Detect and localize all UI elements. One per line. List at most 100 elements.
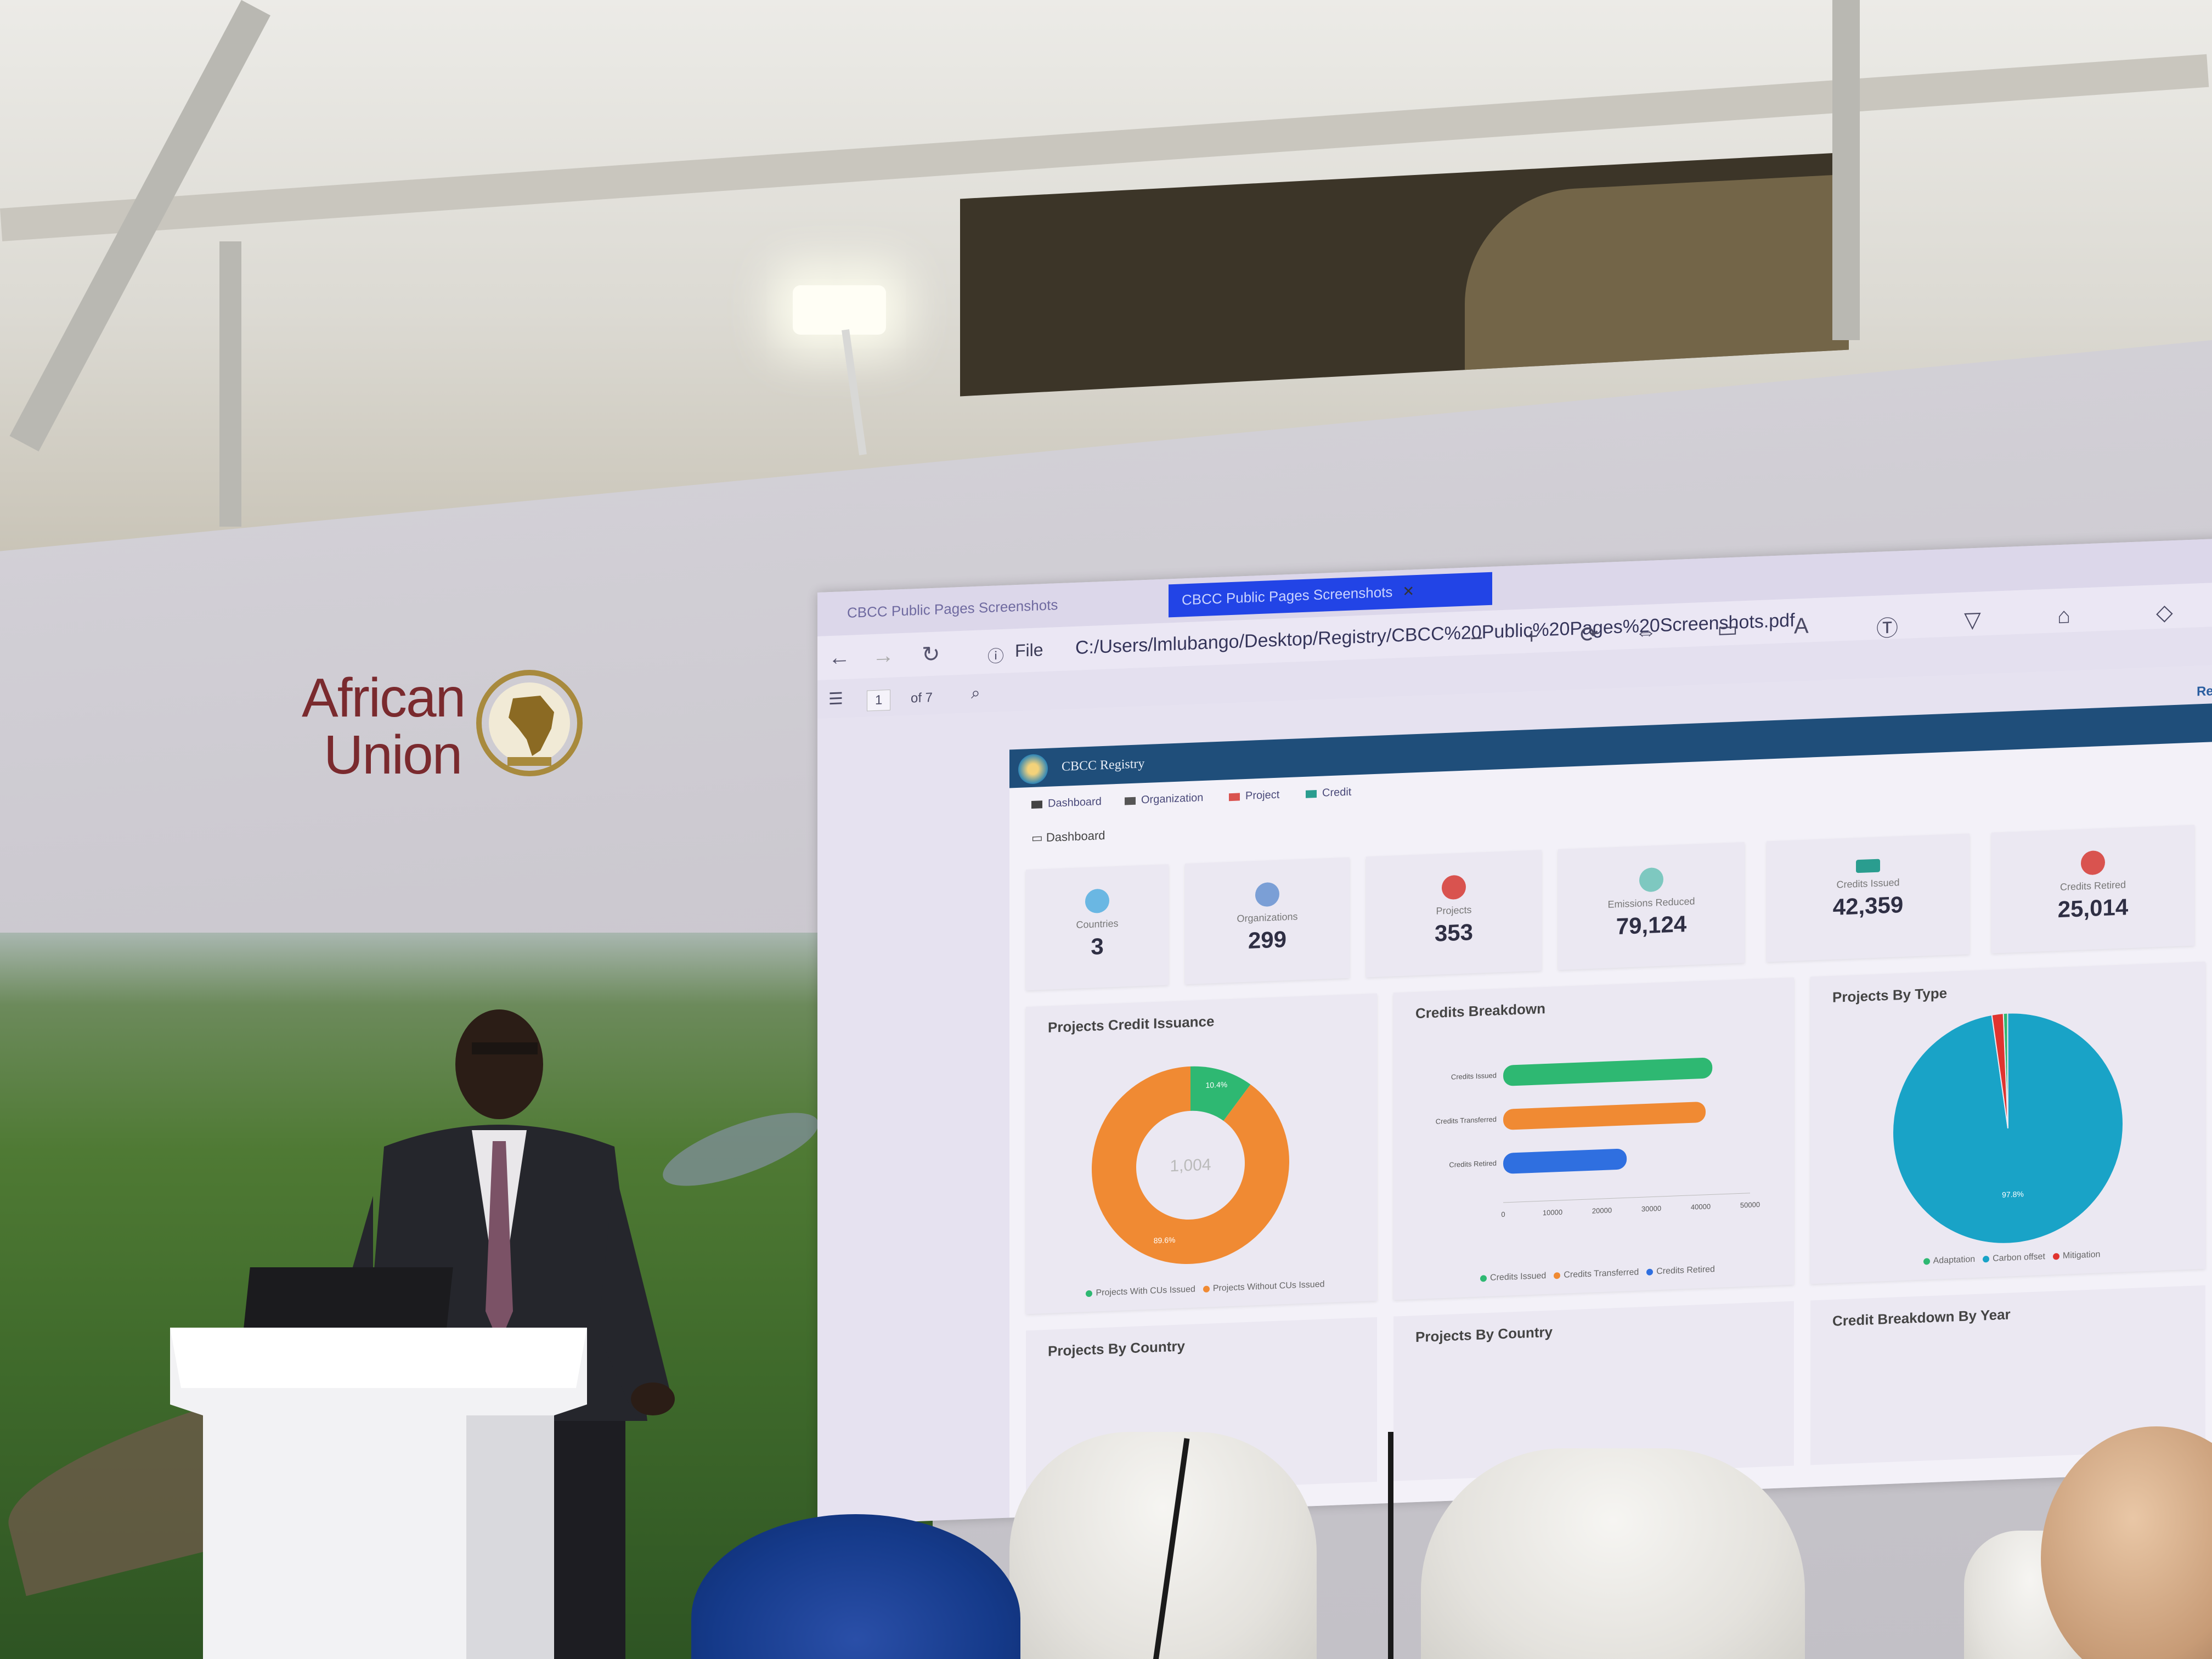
highlight-icon[interactable]: ⌂ <box>2057 603 2070 629</box>
roof-truss <box>1832 0 1860 340</box>
nav-credit[interactable]: Credit <box>1306 786 1351 800</box>
stat-value: 79,124 <box>1616 911 1687 940</box>
laptop <box>244 1267 453 1328</box>
panel-credit-issuance: Projects Credit Issuance 10.4% 89.6% 1,004… <box>1026 993 1377 1314</box>
back-icon[interactable]: ← <box>828 645 850 671</box>
ceiling-lamp <box>793 285 886 335</box>
bar-chart: Credits Issued Credits Transferred Credits… <box>1436 1058 1760 1218</box>
credit-card-icon <box>2081 850 2105 876</box>
reload-icon[interactable]: ↻ <box>922 641 940 667</box>
browser-tab[interactable]: CBCC Public Pages Screenshots <box>834 585 1141 630</box>
x-tick-label: 10000 <box>1543 1208 1562 1217</box>
eraser-icon[interactable]: ◇ <box>2156 600 2173 625</box>
zoom-out-icon[interactable]: − <box>1470 626 1483 651</box>
draw-icon[interactable]: ▽ <box>1964 607 1981 633</box>
read-aloud-icon[interactable]: A <box>1794 614 1809 639</box>
cbcc-logo-icon <box>1018 753 1048 785</box>
x-tick-label: 0 <box>1501 1210 1505 1218</box>
monitor-icon <box>1031 800 1042 809</box>
stat-card-credits-issued: Credits Issued 42,359 <box>1767 833 1970 962</box>
bar <box>1503 1058 1713 1086</box>
x-axis <box>1503 1193 1750 1203</box>
fit-page-icon[interactable]: ⇔ <box>1635 619 1657 645</box>
legend-label[interactable]: Adaptation <box>1933 1255 1976 1266</box>
legend-swatch <box>1554 1272 1561 1279</box>
stat-card-emissions: Emissions Reduced 79,124 <box>1558 842 1745 970</box>
legend-swatch <box>1480 1274 1487 1282</box>
nav-label: Credit <box>1322 786 1352 799</box>
white-chair <box>1421 1448 1805 1659</box>
zoom-in-icon[interactable]: + <box>1525 624 1538 650</box>
legend-swatch <box>1983 1255 1990 1263</box>
tab-title: CBCC Public Pages Screenshots <box>1182 583 1393 608</box>
donut-chart: 10.4% 89.6% 1,004 <box>1092 1066 1289 1265</box>
slice-label: 10.4% <box>1206 1080 1228 1090</box>
file-label: File <box>1015 640 1043 661</box>
nav-organization[interactable]: Organization <box>1125 792 1203 808</box>
cloud-icon <box>1639 867 1663 893</box>
search-icon[interactable]: ⌕ <box>971 684 980 703</box>
close-icon[interactable]: ✕ <box>1402 583 1414 600</box>
roof-opening <box>960 152 1849 397</box>
stat-card-organizations: Organizations 299 <box>1185 857 1350 985</box>
info-icon: ⓘ <box>988 647 1004 667</box>
users-icon <box>1125 797 1136 805</box>
panel-title: Credit Breakdown By Year <box>1832 1306 2011 1329</box>
briefcase-icon <box>1229 793 1240 801</box>
x-tick-label: 30000 <box>1641 1204 1661 1213</box>
rotate-icon[interactable]: ⟳ <box>1580 622 1599 647</box>
conference-scene: African Union CBCC Public Pages Screensh… <box>0 0 2212 1659</box>
legend-swatch <box>1923 1257 1930 1265</box>
stat-label: Countries <box>1076 917 1119 930</box>
nav-project[interactable]: Project <box>1229 789 1279 804</box>
legend-swatch <box>2052 1252 2059 1260</box>
legend-label[interactable]: Credits Retired <box>1656 1265 1715 1276</box>
legend-label[interactable]: Mitigation <box>2063 1250 2100 1261</box>
roof-truss <box>219 241 241 527</box>
app-title: CBCC Registry <box>1062 757 1145 774</box>
legend-swatch <box>1203 1285 1210 1293</box>
forward-icon[interactable]: → <box>872 644 894 669</box>
briefcase-icon <box>1442 874 1466 900</box>
nav-dashboard[interactable]: Dashboard <box>1031 795 1102 811</box>
legend-swatch <box>1086 1290 1093 1297</box>
lamp-pole <box>842 329 867 455</box>
stat-value: 3 <box>1091 933 1104 960</box>
breadcrumb-label: Dashboard <box>1046 828 1105 844</box>
menu-icon[interactable]: ☰ <box>828 689 843 709</box>
register-link[interactable]: Register <box>2197 682 2212 700</box>
stat-card-credits-retired: Credits Retired 25,014 <box>1991 825 2194 953</box>
stat-card-projects: Projects 353 <box>1366 850 1542 978</box>
donut-center-label: 1,004 <box>1170 1155 1211 1175</box>
breadcrumb: ▭ Dashboard <box>1031 828 1105 845</box>
stat-value: 353 <box>1434 919 1474 946</box>
x-tick-label: 50000 <box>1740 1200 1760 1209</box>
nav-label: Organization <box>1141 791 1204 806</box>
monitor-icon: ▭ <box>1031 830 1046 845</box>
browser-tab-active[interactable]: CBCC Public Pages Screenshots ✕ <box>1169 572 1492 618</box>
legend-label[interactable]: Credits Issued <box>1490 1271 1546 1283</box>
nav-label: Project <box>1245 788 1280 803</box>
bar <box>1503 1102 1706 1130</box>
panel-projects-by-type: Projects By Type 97.8% Adaptation Carbon … <box>1810 961 2205 1284</box>
text-icon[interactable]: Ⓣ <box>1876 610 1898 643</box>
bar-category-label: Credits Transferred <box>1436 1115 1497 1125</box>
pie-chart: 97.8% <box>1892 1012 2124 1244</box>
african-union-logo: African Union <box>302 669 587 790</box>
page-number-input[interactable]: 1 <box>867 689 891 712</box>
page-total: of 7 <box>911 690 933 706</box>
page-view-icon[interactable]: ▭ <box>1717 617 1738 642</box>
x-tick-label: 40000 <box>1691 1202 1711 1211</box>
x-tick-label: 20000 <box>1592 1206 1612 1215</box>
bar <box>1503 1149 1627 1174</box>
panel-title: Projects By Country <box>1415 1323 1553 1346</box>
nav-label: Dashboard <box>1048 795 1102 810</box>
stat-label: Organizations <box>1237 911 1298 924</box>
stat-value: 25,014 <box>2057 894 2129 923</box>
podium <box>170 1328 587 1659</box>
legend-label[interactable]: Carbon offset <box>1993 1252 2045 1263</box>
legend-swatch <box>1646 1268 1654 1276</box>
globe-icon <box>1085 888 1109 914</box>
microphone <box>1388 1432 1393 1659</box>
slice-label: 97.8% <box>2002 1189 2024 1199</box>
